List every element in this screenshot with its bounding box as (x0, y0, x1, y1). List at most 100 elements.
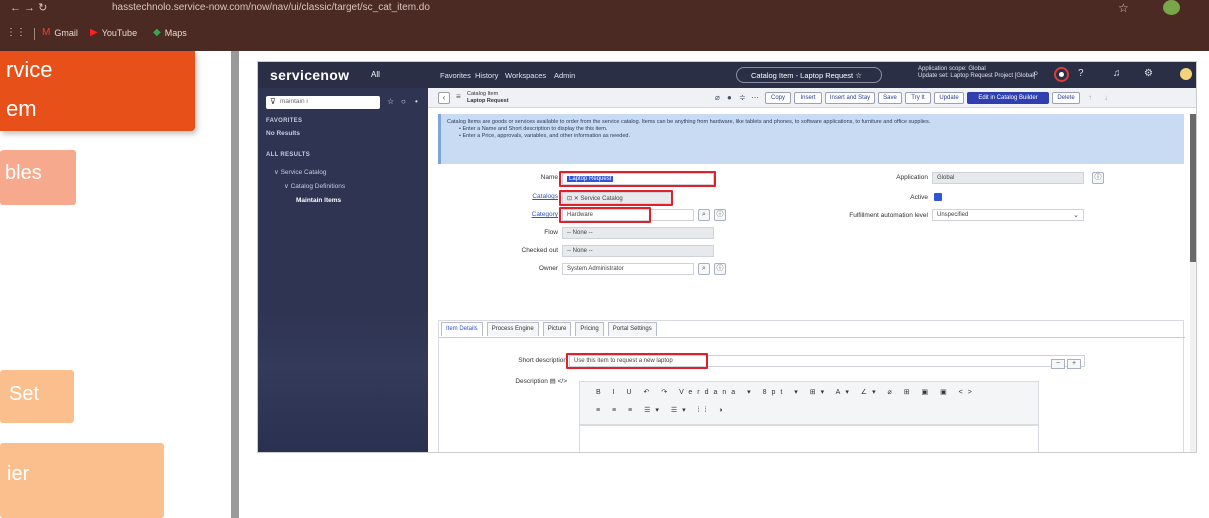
description-editor[interactable] (579, 425, 1039, 452)
fulfillment-label: Fulfillment automation level (849, 212, 928, 219)
category-label[interactable]: Category (518, 211, 558, 218)
form-toolbar: ‹ ≡ Catalog Item Laptop Request ⌀ ● ≑ ⋯ … (428, 88, 1196, 108)
application-label: Application (896, 174, 928, 181)
active-checkbox[interactable] (934, 193, 942, 201)
tab-picture[interactable]: Picture (542, 322, 572, 336)
owner-field[interactable]: System Administrator (562, 263, 694, 275)
sn-header: servicenow All Favorites History Workspa… (258, 62, 1196, 88)
name-highlight (559, 171, 716, 187)
try-it-button[interactable]: Try It (905, 92, 931, 104)
checked-out-field[interactable]: -- None -- (562, 245, 714, 257)
category-info-icon[interactable]: ⓘ (714, 209, 726, 221)
favorites-empty: No Results (266, 130, 300, 137)
form-menu-icon[interactable]: ≡ (456, 92, 461, 101)
bookmarks-divider (34, 28, 35, 40)
form-scrollbar[interactable] (1190, 114, 1196, 452)
tab-item-details[interactable]: Item Details (441, 322, 483, 336)
activity-icon[interactable]: ● (727, 93, 732, 102)
servicenow-window: servicenow All Favorites History Workspa… (257, 61, 1197, 453)
sidebar-background (258, 308, 428, 452)
owner-info-icon[interactable]: ⓘ (714, 263, 726, 275)
tab-process-engine[interactable]: Process Engine (486, 322, 539, 336)
nav-item-maintain-items[interactable]: Maintain Items (296, 197, 341, 204)
insert-button[interactable]: Insert (794, 92, 822, 104)
update-button[interactable]: Update (934, 92, 964, 104)
more-options-icon[interactable]: ⋯ (751, 93, 759, 102)
tab-portal-settings[interactable]: Portal Settings (607, 322, 657, 336)
bookmarks-bar: ⋮⋮ M Gmail ▶ YouTube ◆ Maps (0, 17, 1209, 51)
sn-logo[interactable]: servicenow (270, 67, 349, 83)
profile-avatar[interactable] (1163, 0, 1180, 15)
favorites-star-icon[interactable]: ☆ (387, 97, 394, 106)
nav-admin[interactable]: Admin (554, 71, 575, 80)
next-record-icon[interactable]: ↓ (1104, 93, 1108, 102)
category-highlight (559, 207, 651, 223)
catalogs-highlight (559, 190, 673, 206)
editor-expand-button[interactable]: + (1067, 359, 1081, 369)
personalize-icon[interactable]: ≑ (739, 93, 746, 102)
active-label: Active (910, 194, 928, 201)
edit-in-catalog-builder-button[interactable]: Edit in Catalog Builder (967, 92, 1049, 104)
filter-input[interactable]: ⊽ maintain i (266, 96, 380, 109)
short-description-label: Short description (518, 357, 567, 364)
catalogs-label[interactable]: Catalogs (518, 193, 558, 200)
gmail-icon: M (42, 27, 51, 38)
application-info-icon[interactable]: ⓘ (1092, 172, 1104, 184)
user-avatar[interactable] (1180, 68, 1192, 80)
browser-nav-icons[interactable]: ← → ↻ (10, 1, 47, 14)
history-icon[interactable]: ○ (401, 97, 406, 106)
fulfillment-select[interactable]: Unspecified ⌄ (932, 209, 1084, 221)
maps-icon: ◆ (153, 27, 161, 38)
bookmark-maps[interactable]: ◆ Maps (153, 27, 187, 38)
record-icon[interactable] (1054, 67, 1069, 82)
tab-pricing[interactable]: Pricing (575, 322, 604, 336)
application-field[interactable]: Global (932, 172, 1084, 184)
settings-icon[interactable]: ⚙ (1144, 68, 1153, 79)
description-label: Description ▤ </> (515, 378, 567, 385)
bookmark-gmail[interactable]: M Gmail (42, 27, 78, 38)
insert-and-stay-button[interactable]: Insert and Stay (825, 92, 875, 104)
attachment-icon[interactable]: ⌀ (715, 93, 720, 102)
flow-field[interactable]: -- None -- (562, 227, 714, 239)
nav-item-service-catalog[interactable]: ∨ Service Catalog (274, 168, 326, 176)
nav-favorites[interactable]: Favorites (440, 71, 471, 80)
apps-grid-icon[interactable]: ⋮⋮ (6, 27, 26, 38)
save-button[interactable]: Save (878, 92, 902, 104)
nav-all[interactable]: All (371, 70, 380, 79)
name-label: Name (540, 174, 558, 181)
owner-lookup-icon[interactable]: ⌕ (698, 263, 710, 275)
nav-item-catalog-definitions[interactable]: ∨ Catalog Definitions (284, 182, 345, 190)
rich-text-toolbar[interactable]: B I U ↶ ↷ Verdana ▾ 8pt ▾ ⊞▾ A▾ ∠▾ ⌀ ⊞ ▣… (579, 381, 1039, 425)
nav-history[interactable]: History (475, 71, 498, 80)
scope-info[interactable]: Application scope: Global Update set: La… (918, 66, 1035, 80)
editor-collapse-button[interactable]: − (1051, 359, 1065, 369)
category-lookup-icon[interactable]: ⌕ (698, 209, 710, 221)
scrollbar-thumb[interactable] (1190, 114, 1196, 262)
slide-title-line2: em (6, 96, 37, 121)
form-tabs: Item Details Process Engine Picture Pric… (439, 321, 659, 337)
back-button[interactable]: ‹ (438, 92, 450, 104)
item-details-section: Item Details Process Engine Picture Pric… (438, 320, 1185, 452)
help-icon[interactable]: ? (1078, 68, 1084, 79)
url-field[interactable]: hasstechnolo.service-now.com/now/nav/ui/… (112, 2, 430, 13)
slide-er-box: ier (0, 443, 164, 518)
pin-icon[interactable]: • (415, 97, 418, 106)
bookmark-youtube[interactable]: ▶ YouTube (90, 27, 137, 38)
youtube-icon: ▶ (90, 27, 98, 38)
flow-label: Flow (544, 229, 558, 236)
search-icon[interactable]: ⌕ (1033, 68, 1039, 79)
notifications-icon[interactable]: ♫ (1113, 68, 1121, 79)
slide-set-box: Set (0, 370, 74, 423)
delete-button[interactable]: Delete (1052, 92, 1080, 104)
tabs-divider (439, 337, 1185, 338)
record-title-pill[interactable]: Catalog Item - Laptop Request ☆ (736, 67, 882, 83)
slide-title-box: rvice em (0, 51, 195, 131)
copy-button[interactable]: Copy (765, 92, 791, 104)
form-title: Catalog Item Laptop Request (467, 91, 509, 104)
bookmark-star-icon[interactable]: ☆ (1118, 1, 1129, 15)
owner-label: Owner (538, 265, 558, 272)
editor-toolbar-row1[interactable]: B I U ↶ ↷ Verdana ▾ 8pt ▾ ⊞▾ A▾ ∠▾ ⌀ ⊞ ▣… (596, 388, 977, 396)
prev-record-icon[interactable]: ↑ (1088, 93, 1092, 102)
nav-workspaces[interactable]: Workspaces (505, 71, 546, 80)
editor-toolbar-row2[interactable]: ≡ ≡ ≡ ☰▾ ☰▾ ⁞⁞ ◑ (596, 406, 728, 414)
